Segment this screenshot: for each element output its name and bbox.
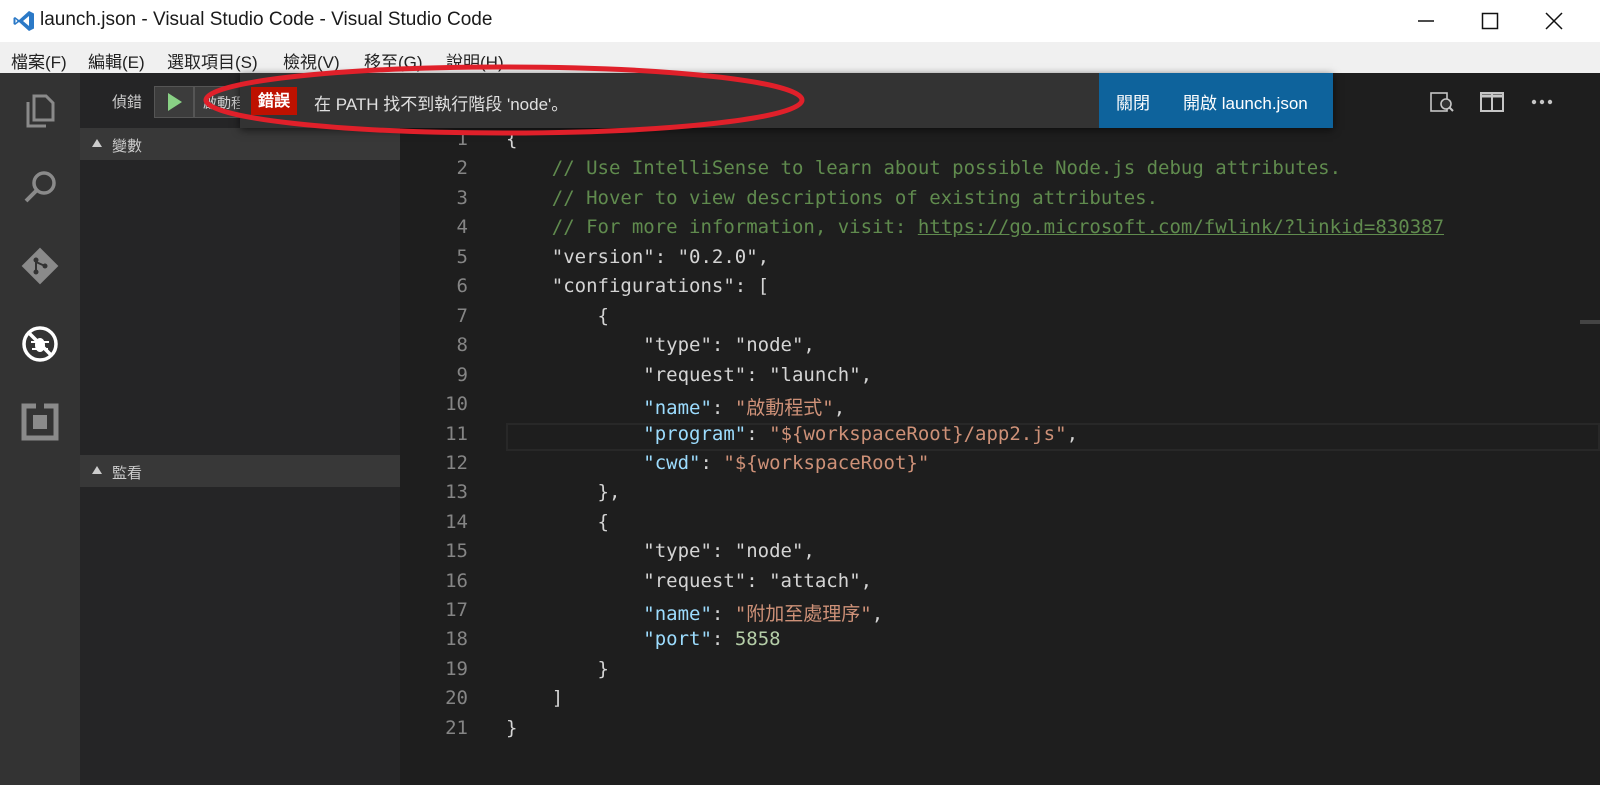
section-label: 變數 (112, 137, 143, 155)
sidebar-title: 偵錯 (112, 93, 143, 111)
extensions-icon[interactable] (16, 398, 64, 446)
window-title: launch.json - Visual Studio Code - Visua… (40, 9, 493, 30)
code-line: 20 ] (445, 687, 564, 709)
git-icon[interactable] (16, 242, 64, 290)
code-line: 7 { (456, 305, 609, 327)
maximize-button[interactable] (1458, 0, 1522, 42)
code-line: 8 "type": "node", (456, 334, 815, 356)
debug-sidebar: 偵錯 啟動程式 變數 監看 (80, 73, 400, 785)
title-bar: launch.json - Visual Studio Code - Visua… (0, 0, 1600, 42)
code-line: 10 "name": "啟動程式", (445, 393, 846, 419)
minimize-button[interactable] (1394, 0, 1458, 42)
search-icon[interactable] (16, 164, 64, 212)
code-line: 2 // Use IntelliSense to learn about pos… (456, 157, 1342, 179)
collapse-arrow-icon (92, 466, 102, 474)
code-line: 5 "version": "0.2.0", (456, 246, 770, 268)
collapse-arrow-icon (92, 139, 102, 147)
vscode-logo-icon (13, 11, 34, 31)
close-icon (1545, 12, 1563, 30)
code-line: 16 "request": "attach", (445, 570, 873, 592)
code-line: 6 "configurations": [ (456, 275, 770, 297)
more-actions-icon[interactable] (1528, 88, 1556, 116)
menu-edit[interactable]: 編輯(E) (88, 48, 145, 73)
open-changes-icon[interactable] (1428, 88, 1456, 116)
open-launch-json-button[interactable]: 開啟 launch.json (1183, 89, 1308, 114)
start-debugging-button[interactable] (154, 86, 194, 118)
annotation-ellipse (203, 64, 805, 136)
scrollbar-marker[interactable] (1580, 320, 1600, 324)
code-line: 11 "program": "${workspaceRoot}/app2.js"… (445, 423, 1079, 445)
maximize-icon (1481, 12, 1499, 30)
code-line: 18 "port": 5858 (445, 628, 781, 650)
code-line: 3 // Hover to view descriptions of exist… (456, 187, 1159, 209)
files-icon[interactable] (16, 86, 64, 134)
code-line: 14 { (445, 511, 609, 533)
code-line: 9 "request": "launch", (456, 364, 873, 386)
code-line: 17 "name": "附加至處理序", (445, 599, 884, 625)
code-line: 12 "cwd": "${workspaceRoot}" (445, 452, 930, 474)
code-line: 15 "type": "node", (445, 540, 815, 562)
section-label: 監看 (112, 464, 143, 482)
code-line: 19 } (445, 658, 609, 680)
code-editor[interactable]: 1{ 2 // Use IntelliSense to learn about … (400, 128, 1600, 785)
section-watch[interactable]: 監看 (80, 455, 400, 487)
docs-link[interactable]: https://go.microsoft.com/fwlink/?linkid=… (918, 216, 1444, 238)
code-line: 4 // For more information, visit: https:… (456, 216, 1445, 238)
code-line: 21} (445, 717, 518, 739)
split-editor-icon[interactable] (1478, 88, 1506, 116)
close-window-button[interactable] (1522, 0, 1586, 42)
code-line: 13 }, (445, 481, 621, 503)
play-icon (168, 93, 182, 111)
close-notification-button[interactable]: 關閉 (1116, 89, 1150, 114)
notification-actions: 關閉 開啟 launch.json (1099, 73, 1333, 128)
activity-bar (0, 73, 80, 785)
minimize-icon (1418, 20, 1434, 22)
debug-icon[interactable] (16, 320, 64, 368)
menu-file[interactable]: 檔案(F) (11, 48, 67, 73)
